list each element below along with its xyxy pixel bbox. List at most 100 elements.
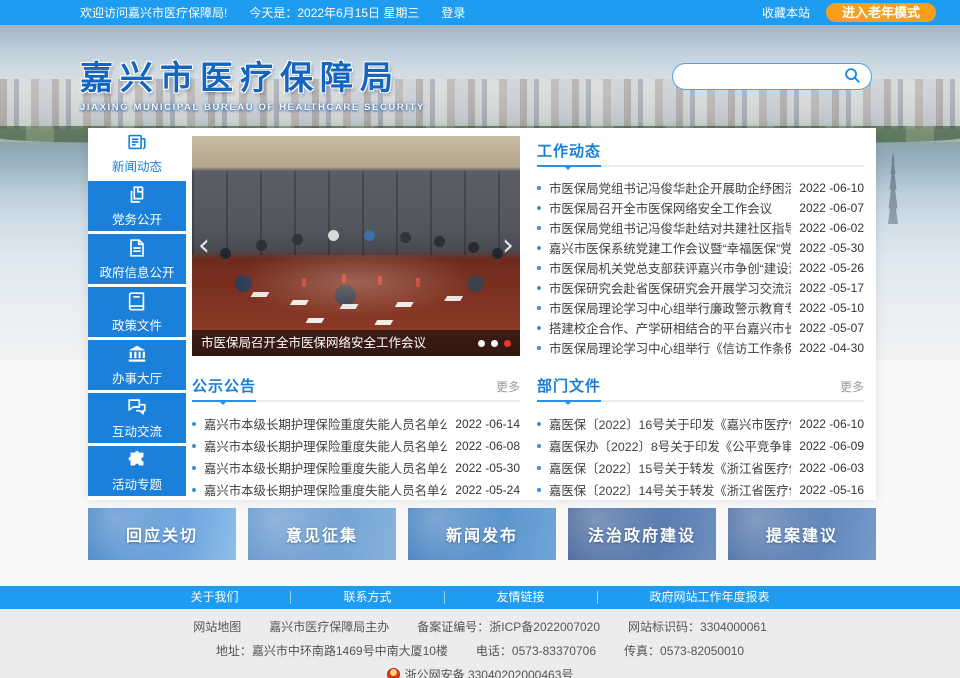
news-item-title: 嘉医保〔2022〕15号关于转发《浙江省医疗保... [549,459,791,477]
bullet-icon [192,444,196,448]
news-item-date: 2022 -05-07 [799,321,864,335]
news-item-date: 2022 -06-08 [455,439,520,453]
news-item[interactable]: 市医保局机关党总支部获评嘉兴市争创“建设清廉机... 2022 -05-26 [537,258,864,278]
police-badge-icon [387,668,400,678]
news-item[interactable]: 嘉兴市本级长期护理保险重度失能人员名单公示（2... 2022 -05-24 [192,479,520,501]
carousel-dot[interactable] [491,340,498,347]
footer-nav-friend-links[interactable]: 友情链接 [445,591,598,604]
bank-icon [126,343,148,365]
quick-link-proposal[interactable]: 提案建议 [728,508,876,560]
news-item[interactable]: 市医保局理论学习中心组举行廉政警示教育专题学习... 2022 -05-10 [537,298,864,318]
news-item[interactable]: 市医保局党组书记冯俊华赴企开展助企纾困活动 2022 -06-10 [537,178,864,198]
news-item-date: 2022 -05-17 [799,281,864,295]
section-title: 公示公告 [192,378,256,395]
news-item-date: 2022 -06-10 [799,181,864,195]
bullet-icon [537,346,541,350]
section-header: 工作动态 [537,140,864,167]
quick-link-press[interactable]: 新闻发布 [408,508,556,560]
section-underline-arrow [219,401,227,409]
news-item-date: 2022 -06-14 [455,417,520,431]
quick-link-label: 提案建议 [766,522,838,546]
news-item[interactable]: 市医保局党组书记冯俊华赴结对共建社区指导全国文... 2022 -06-02 [537,218,864,238]
topbar: 欢迎访问嘉兴市医疗保障局! 今天是：2022年6月15日 星期三 登录 收藏本站… [0,0,960,25]
footer-nav: 关于我们 联系方式 友情链接 政府网站工作年度报表 [0,586,960,609]
news-item-title: 市医保局机关党总支部获评嘉兴市争创“建设清廉机... [549,259,791,277]
section-underline-arrow [564,401,572,409]
news-item[interactable]: 市医保局理论学习中心组举行《信访工作条例》专题... 2022 -04-30 [537,338,864,358]
quick-link-opinion[interactable]: 意见征集 [248,508,396,560]
news-item[interactable]: 嘉兴市本级长期护理保险重度失能人员名单公示（2... 2022 -05-30 [192,457,520,479]
news-item-date: 2022 -06-03 [799,461,864,475]
carousel-prev-arrow-icon[interactable]: ‹ [198,231,210,261]
document-icon [126,237,148,259]
news-item[interactable]: 嘉医保〔2022〕14号关于转发《浙江省医疗保... 2022 -05-16 [537,479,864,501]
footer-nav-annual-report[interactable]: 政府网站工作年度报表 [598,591,822,604]
site-subtitle: JIAXING MUNICIPAL BUREAU OF HEALTHCARE S… [80,102,425,113]
work-news-list: 市医保局党组书记冯俊华赴企开展助企纾困活动 2022 -06-10 市医保局召开… [537,178,864,358]
news-item-date: 2022 -05-30 [455,461,520,475]
news-item-date: 2022 -06-02 [799,221,864,235]
footer-nav-contact[interactable]: 联系方式 [291,591,444,604]
carousel-next-arrow-icon[interactable]: › [502,231,514,261]
newspaper-icon [126,131,148,153]
site-logo: 嘉兴市医疗保障局 JIAXING MUNICIPAL BUREAU OF HEA… [80,51,425,113]
section-work-news: 工作动态 市医保局党组书记冯俊华赴企开展助企纾困活动 2022 -06-10 市… [537,140,864,358]
sidebar-item-party[interactable]: 党务公开 [88,181,186,231]
topbar-right: 收藏本站 进入老年模式 [762,0,936,25]
search-icon [843,66,861,87]
bullet-icon [537,422,541,426]
sidebar-item-interaction[interactable]: 互动交流 [88,393,186,443]
news-item[interactable]: 嘉兴市本级长期护理保险重度失能人员名单公示（2... 2022 -06-08 [192,435,520,457]
footer-sitemap-link[interactable]: 网站地图 [193,618,241,635]
search-box [672,63,872,90]
book-icon [126,290,148,312]
news-item[interactable]: 嘉医保办〔2022〕8号关于印发《公平竞争审查... 2022 -06-09 [537,435,864,457]
news-item[interactable]: 嘉医保〔2022〕16号关于印发《嘉兴市医疗保... 2022 -06-10 [537,413,864,435]
news-item-date: 2022 -05-26 [799,261,864,275]
footer-sponsor: 嘉兴市医疗保障局主办 [269,618,389,635]
sidebar-item-gov-info[interactable]: 政府信息公开 [88,234,186,284]
section-header: 部门文件 更多 [537,375,864,402]
news-item-title: 市医保局党组书记冯俊华赴企开展助企纾困活动 [549,179,791,197]
search-input[interactable] [687,70,841,84]
footer-line-2: 地址：嘉兴市中环南路1469号中南大厦10楼 电话：0573-83370706 … [0,642,960,659]
news-item-date: 2022 -05-30 [799,241,864,255]
sidebar-item-topics[interactable]: 活动专题 [88,446,186,496]
sidebar-item-news[interactable]: 新闻动态 [88,128,186,178]
sidebar-item-service-hall[interactable]: 办事大厅 [88,340,186,390]
news-item[interactable]: 搭建校企合作、产学研相结合的平台嘉兴市长期护理... 2022 -05-07 [537,318,864,338]
quick-link-law-gov[interactable]: 法治政府建设 [568,508,716,560]
news-item[interactable]: 嘉兴市本级长期护理保险重度失能人员名单公示（2... 2022 -06-14 [192,413,520,435]
footer-fax: 传真：0573-82050010 [624,642,744,659]
sidebar-item-policy[interactable]: 政策文件 [88,287,186,337]
footer-site-code: 网站标识码：3304000061 [628,618,767,635]
quick-link-response[interactable]: 回应关切 [88,508,236,560]
carousel-caption[interactable]: 市医保局召开全市医保网络安全工作会议 [192,330,520,356]
news-item-title: 嘉兴市本级长期护理保险重度失能人员名单公示（2... [204,459,447,477]
news-item[interactable]: 嘉医保〔2022〕15号关于转发《浙江省医疗保... 2022 -06-03 [537,457,864,479]
news-item-title: 市医保局党组书记冯俊华赴结对共建社区指导全国文... [549,219,791,237]
news-item[interactable]: 市医保局召开全市医保网络安全工作会议 2022 -06-07 [537,198,864,218]
more-link[interactable]: 更多 [496,378,520,395]
welcome-text: 欢迎访问嘉兴市医疗保障局! [80,4,227,21]
news-item[interactable]: 市医保研究会赴省医保研究会开展学习交流活动 2022 -05-17 [537,278,864,298]
sidebar-item-label: 互动交流 [112,421,162,440]
sidebar-item-label: 办事大厅 [112,368,162,387]
news-item[interactable]: 嘉兴市医保系统党建工作会议暨“幸福医保”党建联... 2022 -05-30 [537,238,864,258]
carousel-dots [478,340,511,347]
section-title: 工作动态 [537,143,601,160]
carousel-dot-active[interactable] [504,340,511,347]
elder-mode-button[interactable]: 进入老年模式 [826,3,936,22]
login-link[interactable]: 登录 [441,4,465,21]
search-button[interactable] [841,64,863,89]
sidebar-item-label: 新闻动态 [112,156,162,175]
bullet-icon [537,444,541,448]
more-link[interactable]: 更多 [840,378,864,395]
news-item-title: 嘉兴市本级长期护理保险重度失能人员名单公示（2... [204,437,447,455]
favorite-link[interactable]: 收藏本站 [762,4,810,21]
bullet-icon [192,422,196,426]
news-item-date: 2022 -06-09 [799,439,864,453]
footer-nav-about[interactable]: 关于我们 [138,591,291,604]
quick-link-label: 法治政府建设 [588,522,696,546]
carousel-dot[interactable] [478,340,485,347]
